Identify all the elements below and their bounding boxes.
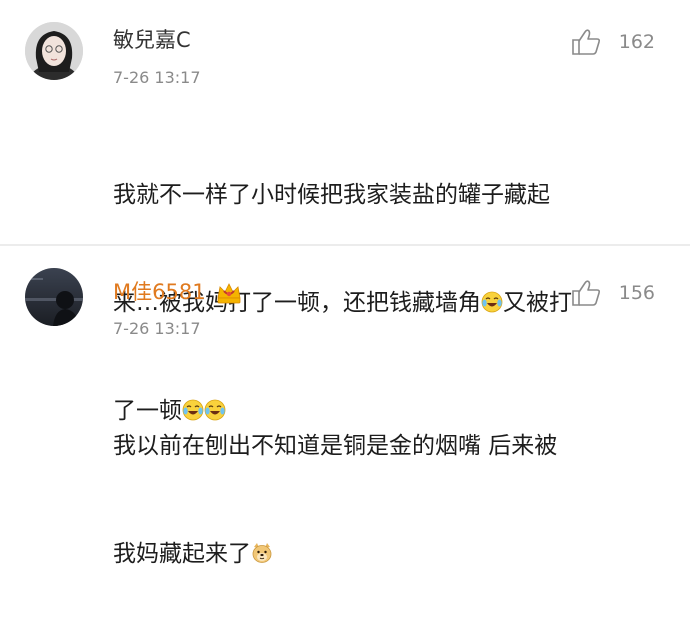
comment-text: 我以前在刨出不知道是铜是金的烟嘴 后来被 我妈藏起来了 [113,356,653,644]
username-text: M佳6581 [113,280,206,304]
like-button[interactable]: 162 [571,28,655,56]
comment-text-line: 我以前在刨出不知道是铜是金的烟嘴 后来被 [113,433,558,459]
avatar[interactable] [25,22,83,80]
username[interactable]: 敏兒嘉C [113,27,191,53]
doge-emoji [252,543,272,563]
comment-text-segment: 我妈藏起来了 [113,541,251,567]
comment-timestamp: 7-26 13:17 [113,68,201,87]
thumbs-up-icon [571,280,600,306]
username[interactable]: M佳6581 [113,279,242,305]
comment-text-line: 我就不一样了小时候把我家装盐的罐子藏起 [113,182,550,208]
like-count: 156 [618,282,655,304]
comment-item: 敏兒嘉C 7-26 13:17 162 我就不一样了小时候把我家装盐的罐子藏起 … [0,0,690,424]
comment-timestamp: 7-26 13:17 [113,319,201,338]
thumbs-up-icon [571,29,600,55]
like-button[interactable]: 156 [571,279,655,307]
like-count: 162 [618,31,655,53]
comment-text-line: 我妈藏起来了 [113,536,653,572]
avatar[interactable] [25,268,83,326]
comment-item: M佳6581 7-26 13:17 156 我以前在刨出不知道是铜是金的烟嘴 后… [0,246,690,567]
vip-crown-badge [217,283,241,304]
